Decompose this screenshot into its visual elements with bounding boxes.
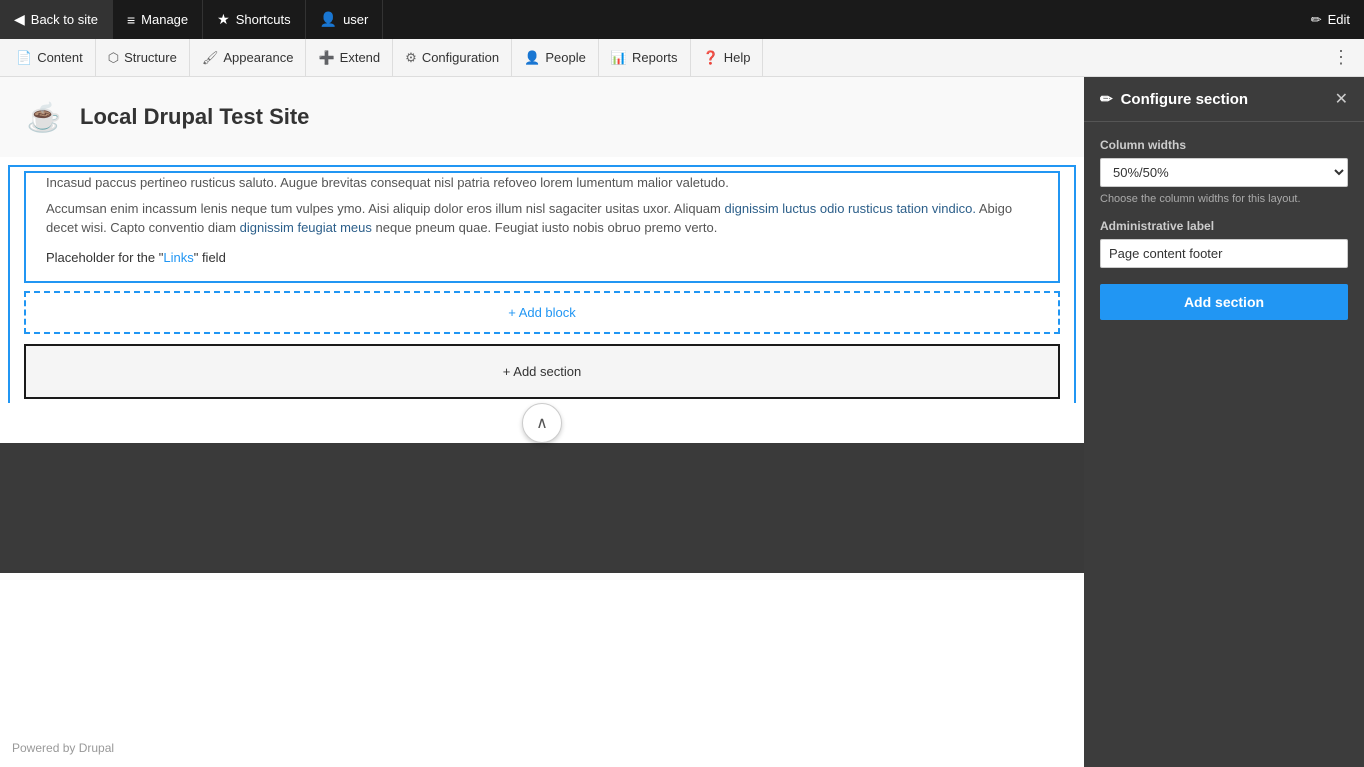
nav-item-appearance[interactable]: 🖌 Appearance <box>190 39 307 76</box>
panel-body: Column widths 50%/50% 33%/67% 67%/33% 25… <box>1084 122 1364 336</box>
column-widths-select-wrapper[interactable]: 50%/50% 33%/67% 67%/33% 25%/75% 75%/25% <box>1100 158 1348 187</box>
shortcuts-button[interactable]: ★ Shortcuts <box>203 0 305 39</box>
user-button[interactable]: 👤 user <box>306 0 384 39</box>
site-title: Local Drupal Test Site <box>80 104 309 130</box>
manage-button[interactable]: ≡ Manage <box>113 0 203 39</box>
secondary-nav: 📄 Content ⬡ Structure 🖌 Appearance ➕ Ext… <box>0 39 1364 77</box>
body-para-1: Incasud paccus pertineo rusticus saluto.… <box>46 173 1038 193</box>
body-text-area: Incasud paccus pertineo rusticus saluto.… <box>24 171 1060 283</box>
footer-area: ∧ <box>0 403 1084 573</box>
powered-by: Powered by Drupal <box>12 741 114 755</box>
section-container: Incasud paccus pertineo rusticus saluto.… <box>8 165 1076 415</box>
admin-bar: ◀ Back to site ≡ Manage ★ Shortcuts 👤 us… <box>0 0 1364 39</box>
extend-icon: ➕ <box>318 50 334 66</box>
content-area: ☕ Local Drupal Test Site Incasud paccus … <box>0 77 1084 767</box>
page-footer <box>0 443 1084 573</box>
menu-icon: ≡ <box>127 12 135 28</box>
nav-item-extend[interactable]: ➕ Extend <box>306 39 393 76</box>
panel-header: ✏ Configure section ✕ <box>1084 77 1364 122</box>
appearance-icon: 🖌 <box>202 50 219 66</box>
column-widths-select[interactable]: 50%/50% 33%/67% 67%/33% 25%/75% 75%/25% <box>1101 159 1347 186</box>
nav-item-configuration[interactable]: ⚙ Configuration <box>393 39 512 76</box>
people-icon: 👤 <box>524 50 540 66</box>
nav-more-button[interactable]: ⋮ <box>1322 47 1360 68</box>
admin-label-input[interactable] <box>1100 239 1348 268</box>
structure-icon: ⬡ <box>108 50 119 66</box>
panel-title: ✏ Configure section <box>1100 90 1248 108</box>
nav-item-people[interactable]: 👤 People <box>512 39 599 76</box>
configuration-icon: ⚙ <box>405 50 417 66</box>
scroll-up-button[interactable]: ∧ <box>522 403 562 443</box>
add-section-box-main[interactable]: + Add section <box>24 344 1060 399</box>
links-placeholder: Placeholder for the "Links" field <box>46 244 1038 272</box>
column-widths-hint: Choose the column widths for this layout… <box>1100 193 1348 205</box>
edit-button[interactable]: ✏ Edit <box>1297 0 1364 39</box>
nav-item-structure[interactable]: ⬡ Structure <box>96 39 190 76</box>
add-block-zone[interactable]: + Add block <box>24 291 1060 334</box>
help-icon: ❓ <box>703 50 719 66</box>
back-to-site-button[interactable]: ◀ Back to site <box>0 0 113 39</box>
pencil-icon: ✏ <box>1311 12 1322 28</box>
reports-icon: 📊 <box>611 50 627 66</box>
column-widths-label: Column widths <box>1100 138 1348 152</box>
panel-close-button[interactable]: ✕ <box>1335 89 1348 109</box>
content-icon: 📄 <box>16 50 32 66</box>
back-arrow-icon: ◀ <box>14 11 25 28</box>
star-icon: ★ <box>217 11 230 28</box>
site-logo: ☕ <box>20 93 68 141</box>
nav-item-help[interactable]: ❓ Help <box>691 39 764 76</box>
main-layout: ☕ Local Drupal Test Site Incasud paccus … <box>0 77 1364 767</box>
user-icon: 👤 <box>320 11 337 28</box>
nav-item-reports[interactable]: 📊 Reports <box>599 39 691 76</box>
body-para-2: Accumsan enim incassum lenis neque tum v… <box>46 199 1038 238</box>
right-panel: ✏ Configure section ✕ Column widths 50%/… <box>1084 77 1364 767</box>
admin-label-label: Administrative label <box>1100 219 1348 233</box>
site-header: ☕ Local Drupal Test Site <box>0 77 1084 157</box>
chevron-up-icon: ∧ <box>536 413 548 433</box>
add-section-panel-button[interactable]: Add section <box>1100 284 1348 320</box>
nav-item-content[interactable]: 📄 Content <box>4 39 96 76</box>
configure-pencil-icon: ✏ <box>1100 90 1113 108</box>
